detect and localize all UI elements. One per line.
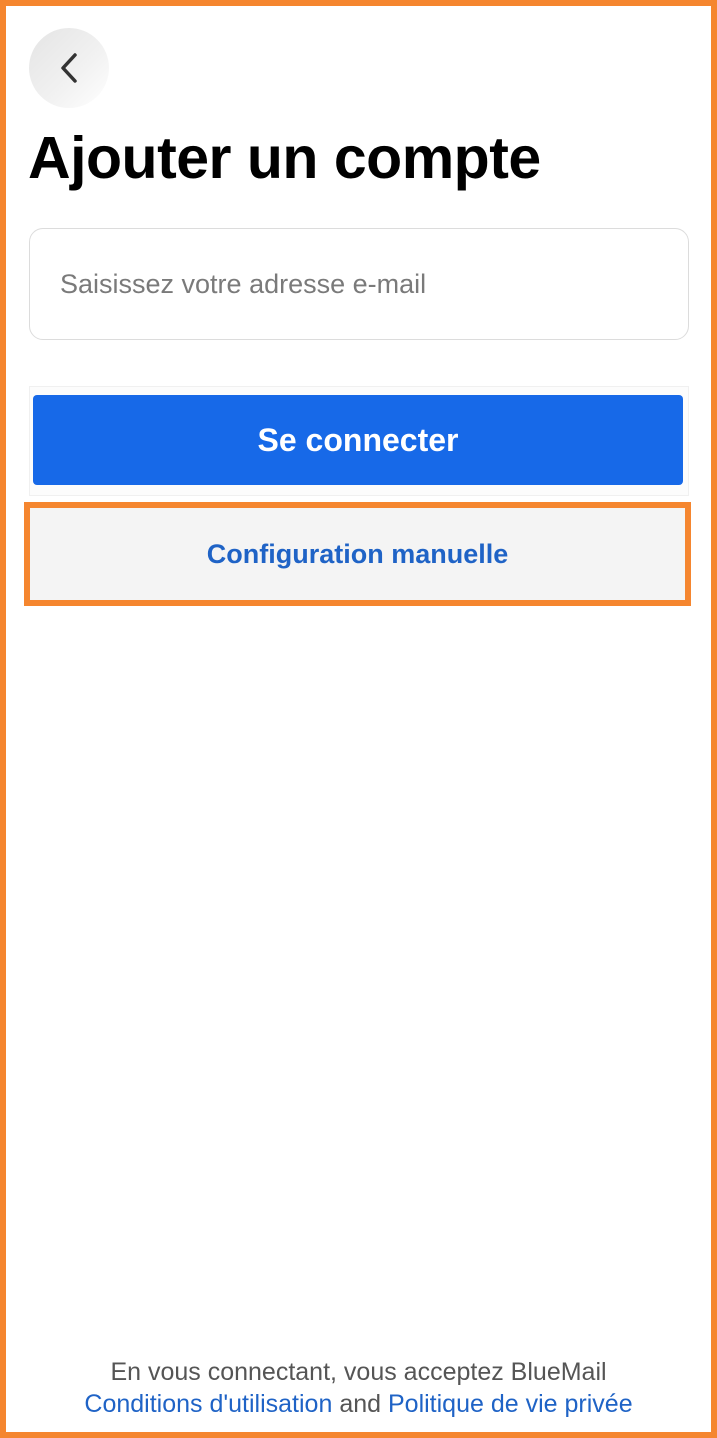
manual-config-button[interactable]: Configuration manuelle	[207, 539, 509, 570]
privacy-link[interactable]: Politique de vie privée	[388, 1390, 633, 1418]
terms-footer: En vous connectant, vous acceptez BlueMa…	[6, 1356, 711, 1420]
back-button[interactable]	[29, 28, 109, 108]
links-joiner: and	[339, 1390, 388, 1418]
add-account-screen: Ajouter un compte Se connecter Configura…	[0, 0, 717, 1438]
terms-links-line: Conditions d'utilisation and Politique d…	[6, 1388, 711, 1420]
chevron-left-icon	[55, 50, 83, 86]
signin-button[interactable]: Se connecter	[33, 395, 683, 485]
manual-config-container: Configuration manuelle	[24, 502, 691, 606]
terms-notice: En vous connectant, vous acceptez BlueMa…	[110, 1358, 607, 1386]
terms-link[interactable]: Conditions d'utilisation	[84, 1390, 332, 1418]
email-field[interactable]	[29, 228, 689, 340]
page-title: Ajouter un compte	[28, 125, 541, 191]
signin-button-container: Se connecter	[29, 386, 689, 496]
